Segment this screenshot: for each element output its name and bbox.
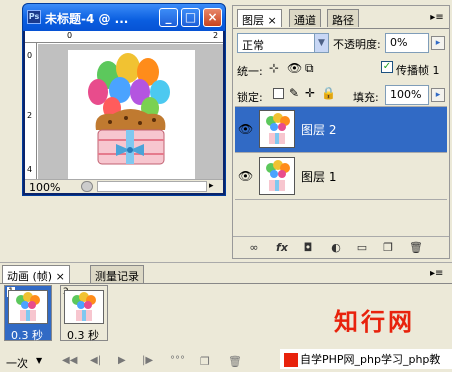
minimize-button[interactable]: _ [159, 8, 178, 27]
canvas[interactable] [68, 50, 195, 179]
new-layer-icon[interactable]: ❐ [381, 241, 395, 255]
tab-measurement-log[interactable]: 测量记录 [90, 265, 144, 283]
play-icon[interactable]: ▶ [118, 355, 126, 366]
close-tab-icon[interactable]: × [268, 14, 277, 27]
horizontal-scrollbar[interactable] [97, 181, 207, 192]
close-button[interactable]: × [203, 8, 222, 27]
tab-layers[interactable]: 图层 × [237, 9, 282, 27]
lock-transparency-icon[interactable] [273, 88, 284, 99]
tween-icon[interactable]: °°° [170, 355, 185, 366]
layer-name[interactable]: 图层 2 [301, 121, 336, 138]
folder-icon[interactable]: ▭ [355, 241, 369, 255]
previous-frame-icon[interactable]: ◀| [90, 355, 101, 366]
ruler-top: 0 2 [25, 31, 223, 43]
lock-all-icon[interactable]: 🔒 [321, 86, 336, 100]
opacity-label: 不透明度: [333, 38, 381, 51]
status-icon[interactable] [81, 181, 93, 192]
maximize-button[interactable]: □ [181, 8, 200, 27]
layers-panel: 图层 × 通道 路径 ▸≡ 正常 ▼ 不透明度: 0% ▸ 统一: ⊹ 👁 ⧉ … [232, 5, 450, 259]
fill-input[interactable]: 100% [385, 85, 429, 105]
unify-style-icon[interactable]: ⧉ [305, 61, 314, 76]
close-tab-icon[interactable]: × [56, 270, 65, 283]
tab-channels[interactable]: 通道 [289, 9, 321, 27]
blend-mode-value: 正常 [242, 39, 264, 52]
document-titlebar[interactable]: Ps 未标题-4 @ ... _ □ × [23, 4, 225, 31]
opacity-arrow-icon[interactable]: ▸ [431, 36, 445, 50]
animation-frame[interactable]: 1 0.3 秒 [4, 285, 52, 343]
blend-mode-select[interactable]: 正常 ▼ [237, 33, 329, 53]
next-frame-icon[interactable]: |▶ [142, 355, 153, 366]
ruler-label: 4 [27, 165, 33, 174]
ruler-left: 0 2 4 [25, 43, 37, 179]
trash-icon[interactable]: 🗑 [228, 355, 242, 368]
unify-position-icon[interactable]: ⊹ [269, 61, 279, 75]
ruler-label: 0 [27, 51, 33, 60]
ruler-label: 2 [213, 31, 219, 40]
unify-visibility-icon[interactable]: 👁 [287, 61, 302, 75]
layer-thumbnail [259, 157, 295, 195]
document-title: 未标题-4 @ ... [45, 12, 129, 26]
duplicate-frame-icon[interactable]: ❐ [200, 355, 210, 368]
link-icon[interactable]: ∞ [247, 241, 261, 255]
tab-divider [233, 28, 449, 29]
adjustment-icon[interactable]: ◐ [329, 241, 343, 255]
lock-move-icon[interactable]: ✛ [305, 86, 315, 100]
document-statusbar: 100% ▸ [25, 179, 223, 194]
propagate-checkbox[interactable]: ✓ [381, 61, 393, 73]
ps-icon: Ps [27, 10, 41, 24]
first-frame-icon[interactable]: ◀◀ [62, 355, 77, 366]
frame-delay[interactable]: 0.3 秒 [67, 327, 99, 343]
unify-label: 统一: [237, 65, 263, 78]
animation-frame[interactable]: 2 0.3 秒 [60, 285, 108, 343]
layer-row[interactable]: 👁 图层 2 [235, 107, 447, 153]
document-window[interactable]: Ps 未标题-4 @ ... _ □ × 0 2 0 2 4 100% ▸ [22, 3, 226, 196]
chevron-down-icon[interactable]: ▼ [314, 34, 328, 52]
frame-thumbnail [64, 290, 104, 324]
layer-name[interactable]: 图层 1 [301, 168, 336, 185]
ruler-label: 2 [27, 111, 33, 120]
propagate-label: 传播帧 1 [396, 64, 440, 77]
zoom-level[interactable]: 100% [29, 181, 60, 194]
panel-menu-icon[interactable]: ▸≡ [429, 12, 445, 26]
frame-delay[interactable]: 0.3 秒 [11, 327, 43, 343]
fx-icon[interactable]: fx [275, 241, 289, 255]
frame-thumbnail [8, 290, 48, 324]
tab-divider [0, 283, 452, 284]
chevron-down-icon[interactable]: ▼ [36, 356, 42, 365]
fill-label: 填充: [353, 91, 379, 104]
eye-icon[interactable]: 👁 [238, 169, 253, 183]
layer-row[interactable]: 👁 图层 1 [235, 154, 447, 200]
canvas-area[interactable] [38, 44, 223, 179]
watermark-title: 知行网 [334, 308, 415, 336]
layers-toolbar: ∞ fx ◘ ◐ ▭ ❐ 🗑 [233, 236, 449, 258]
tab-animation[interactable]: 动画 (帧) × [2, 265, 70, 283]
trash-icon[interactable]: 🗑 [409, 241, 423, 255]
eye-icon[interactable]: 👁 [238, 122, 253, 136]
watermark-logo-icon [284, 353, 298, 367]
loop-select[interactable]: 一次 [6, 355, 28, 371]
panel-menu-icon[interactable]: ▸≡ [430, 268, 443, 279]
cupcake-image [88, 53, 170, 165]
lock-label: 锁定: [237, 91, 263, 104]
watermark-caption: 自学PHP网_php学习_php教 [280, 349, 452, 369]
scroll-right-icon[interactable]: ▸ [209, 181, 214, 191]
fill-arrow-icon[interactable]: ▸ [431, 88, 445, 102]
mask-icon[interactable]: ◘ [301, 241, 315, 255]
ruler-label: 0 [67, 31, 73, 40]
lock-paint-icon[interactable]: ✎ [289, 86, 299, 100]
layer-thumbnail [259, 110, 295, 148]
document-body: 0 2 0 2 4 100% ▸ [25, 31, 223, 194]
tab-paths[interactable]: 路径 [327, 9, 359, 27]
opacity-input[interactable]: 0% [385, 33, 429, 53]
